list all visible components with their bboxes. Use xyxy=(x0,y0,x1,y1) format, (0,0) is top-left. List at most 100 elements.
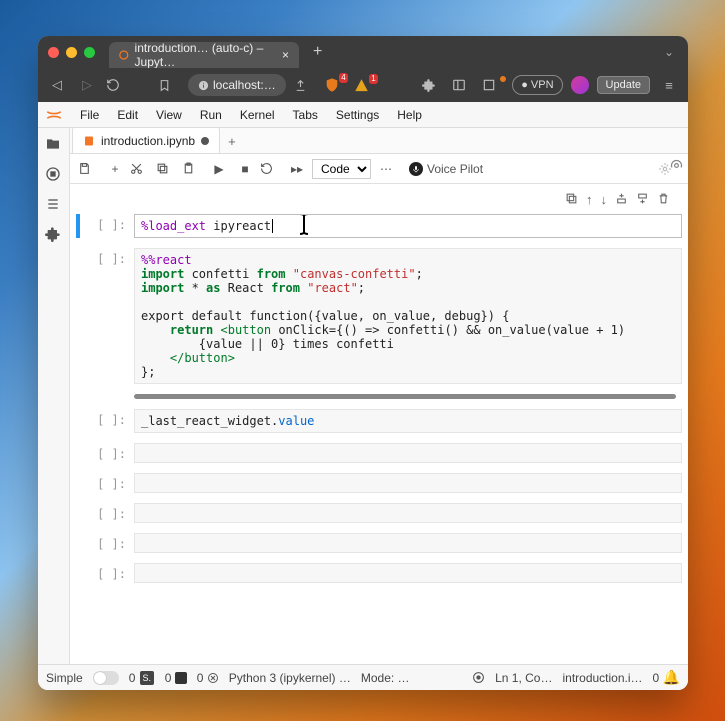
back-button[interactable]: ◁ xyxy=(46,77,68,93)
tabs-dropdown-icon[interactable]: ⌄ xyxy=(660,45,678,59)
cell-duplicate-icon[interactable] xyxy=(565,192,578,207)
vpn-button[interactable]: ● VPN xyxy=(512,75,562,95)
shield-icon[interactable]: 4 xyxy=(324,77,346,93)
errors-indicator[interactable]: 0 xyxy=(197,671,219,685)
mode-indicator: Mode: … xyxy=(361,671,410,685)
notebook-body[interactable]: [ ]:%load_ext ipyreact ↑ ↓ [ ]:%%react i… xyxy=(70,184,688,664)
address-bar[interactable]: localhost:… xyxy=(188,74,286,96)
cell-insert-below-icon[interactable] xyxy=(636,192,649,207)
insert-cell-button[interactable]: + xyxy=(104,162,126,176)
cell-input[interactable]: %%react import confetti from "canvas-con… xyxy=(134,248,682,384)
extensions-icon[interactable] xyxy=(422,78,444,92)
bookmark-icon[interactable] xyxy=(158,79,180,92)
cursor-position[interactable]: Ln 1, Co… xyxy=(495,671,552,685)
horizontal-scrollbar[interactable] xyxy=(134,394,676,399)
cell-input[interactable] xyxy=(134,563,682,583)
close-window-icon[interactable] xyxy=(48,47,59,58)
code-cell[interactable]: [ ]: xyxy=(76,443,682,463)
restart-button[interactable] xyxy=(260,162,282,175)
window-controls[interactable] xyxy=(48,47,95,58)
reload-button[interactable] xyxy=(106,78,128,92)
menu-tabs[interactable]: Tabs xyxy=(285,105,326,125)
cell-insert-above-icon[interactable] xyxy=(615,192,628,207)
cell-input[interactable]: _last_react_widget.value xyxy=(134,409,682,433)
cell-toolbar: ↑ ↓ xyxy=(561,190,674,209)
cut-button[interactable] xyxy=(130,162,152,175)
code-cell[interactable]: [ ]:%%react import confetti from "canvas… xyxy=(76,248,682,384)
kernel-status-icon[interactable] xyxy=(472,671,485,684)
cell-prompt: [ ]: xyxy=(76,409,134,427)
cell-input[interactable] xyxy=(134,533,682,553)
celltype-select[interactable]: Code xyxy=(312,159,371,179)
browser-toolbar: ◁ ▷ localhost:… 4 1 xyxy=(38,68,688,102)
update-button[interactable]: Update xyxy=(597,76,650,94)
cell-input[interactable] xyxy=(134,443,682,463)
terminals-indicator[interactable]: 0 xyxy=(165,671,187,685)
share-icon[interactable] xyxy=(294,79,316,92)
maximize-window-icon[interactable] xyxy=(84,47,95,58)
restart-run-all-button[interactable]: ▸▸ xyxy=(286,162,308,176)
address-text: localhost:… xyxy=(213,78,276,92)
cell-prompt: [ ]: xyxy=(76,248,134,266)
saving-indicator[interactable]: 0 S. xyxy=(129,671,155,685)
extension-manager-icon[interactable] xyxy=(45,226,63,242)
paste-button[interactable] xyxy=(182,162,204,175)
sidebar-toggle-icon[interactable] xyxy=(452,78,474,92)
code-cell[interactable]: [ ]:_last_react_widget.value xyxy=(76,409,682,433)
notebook-tab[interactable]: introduction.ipynb xyxy=(72,128,220,153)
minimize-window-icon[interactable] xyxy=(66,47,77,58)
simple-mode-toggle[interactable] xyxy=(93,671,119,685)
activity-bar xyxy=(38,128,70,664)
menu-help[interactable]: Help xyxy=(389,105,430,125)
jupyter-logo-icon[interactable] xyxy=(38,105,70,125)
browser-tab-title: introduction… (auto-c) – Jupyt… xyxy=(135,41,272,69)
toc-icon[interactable] xyxy=(45,196,63,212)
menu-run[interactable]: Run xyxy=(192,105,230,125)
code-cell[interactable]: [ ]: xyxy=(76,473,682,493)
cell-delete-icon[interactable] xyxy=(657,192,670,207)
running-icon[interactable] xyxy=(45,166,63,182)
warning-badge: 1 xyxy=(369,74,377,84)
file-browser-icon[interactable] xyxy=(45,136,63,152)
menu-edit[interactable]: Edit xyxy=(109,105,146,125)
code-cell[interactable]: [ ]: xyxy=(76,533,682,553)
cell-move-up-icon[interactable]: ↑ xyxy=(586,192,593,207)
notebook-settings-icon[interactable] xyxy=(658,162,680,176)
cell-prompt: [ ]: xyxy=(76,563,134,581)
rewards-icon[interactable] xyxy=(482,78,504,92)
save-button[interactable] xyxy=(78,162,100,175)
menu-view[interactable]: View xyxy=(148,105,190,125)
more-commands-icon[interactable]: ⋯ xyxy=(375,162,397,176)
menu-file[interactable]: File xyxy=(72,105,107,125)
copy-button[interactable] xyxy=(156,162,178,175)
unsaved-dot-icon xyxy=(201,137,209,145)
interrupt-button[interactable]: ■ xyxy=(234,162,256,176)
warning-icon[interactable]: 1 xyxy=(354,78,376,93)
cell-input[interactable]: %load_ext ipyreact xyxy=(134,214,682,238)
cell-move-down-icon[interactable]: ↓ xyxy=(601,192,608,207)
cell-input[interactable] xyxy=(134,503,682,523)
code-cell[interactable]: [ ]:%load_ext ipyreact ↑ ↓ xyxy=(76,214,682,238)
new-tab-button[interactable]: + xyxy=(307,43,328,61)
menu-settings[interactable]: Settings xyxy=(328,105,387,125)
voice-pilot-button[interactable]: Voice Pilot xyxy=(409,162,483,176)
kernel-name[interactable]: Python 3 (ipykernel) … xyxy=(229,671,351,685)
browser-tab[interactable]: introduction… (auto-c) – Jupyt… × xyxy=(109,42,299,68)
cell-prompt: [ ]: xyxy=(76,503,134,521)
tab-close-icon[interactable]: × xyxy=(282,48,289,62)
forward-button[interactable]: ▷ xyxy=(76,77,98,93)
cell-input[interactable] xyxy=(134,473,682,493)
run-button[interactable]: ▶ xyxy=(208,162,230,176)
cell-prompt: [ ]: xyxy=(76,443,134,461)
notifications-indicator[interactable]: 0 🔔 xyxy=(653,669,680,686)
filename-status[interactable]: introduction.i… xyxy=(562,671,642,685)
code-cell[interactable]: [ ]: xyxy=(76,563,682,583)
profile-avatar[interactable] xyxy=(571,76,589,94)
code-cell[interactable]: [ ]: xyxy=(76,503,682,523)
new-launcher-button[interactable]: + xyxy=(220,130,244,153)
menu-kernel[interactable]: Kernel xyxy=(232,105,283,125)
menu-icon[interactable]: ≡ xyxy=(658,78,680,93)
text-cursor-icon xyxy=(295,214,313,237)
active-cell-indicator xyxy=(76,214,80,238)
notebook-toolbar: + ▶ ■ ▸▸ Code ⋯ Vo xyxy=(70,154,688,184)
